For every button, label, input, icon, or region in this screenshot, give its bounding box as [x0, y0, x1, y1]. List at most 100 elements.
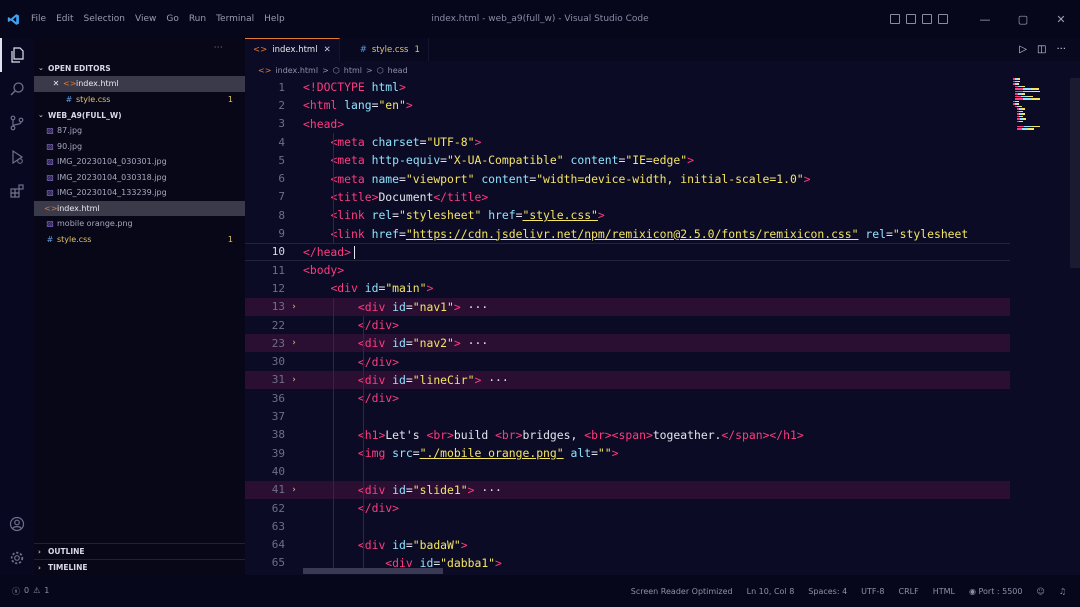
horizontal-scrollbar[interactable]	[303, 568, 443, 574]
run-icon[interactable]: ▷	[1019, 44, 1027, 55]
minimap-line	[1017, 78, 1020, 80]
maximize-button[interactable]: ▢	[1004, 13, 1042, 26]
code-line[interactable]: 12 <div id="main">	[245, 279, 1010, 297]
minimap-line	[1026, 95, 1033, 97]
open-editors-section[interactable]: ⌄ OPEN EDITORS	[34, 60, 245, 76]
line-number: 13	[271, 300, 285, 314]
file-item[interactable]: # style.css 1	[34, 232, 245, 248]
file-item-selected[interactable]: <> index.html	[34, 200, 245, 216]
timeline-section[interactable]: › TIMELINE	[34, 559, 245, 575]
search-icon[interactable]	[0, 72, 34, 106]
source-control-icon[interactable]	[0, 106, 34, 140]
more-actions-icon[interactable]: ···	[1056, 44, 1066, 55]
extensions-icon[interactable]	[0, 174, 34, 208]
file-item[interactable]: ▨ IMG_20230104_030318.jpg	[34, 170, 245, 186]
indentation-status[interactable]: Spaces: 4	[808, 587, 847, 596]
code-line[interactable]: 2 <html lang="en">	[245, 96, 1010, 114]
fold-chevron-icon[interactable]: ›	[285, 375, 303, 385]
screen-reader-status[interactable]: Screen Reader Optimized	[631, 587, 733, 596]
workspace-section[interactable]: ⌄ WEB_A9(FULL_W)	[34, 107, 245, 123]
account-icon[interactable]	[0, 507, 34, 541]
breadcrumb-html[interactable]: html	[344, 66, 362, 75]
split-editor-icon[interactable]: ◫	[1037, 44, 1046, 55]
code-line[interactable]: 39 <img src="./mobile orange.png" alt=""…	[245, 444, 1010, 462]
code-line[interactable]: 23 › <div id="nav2"> ···	[245, 334, 1010, 353]
minimize-button[interactable]: —	[966, 13, 1004, 26]
line-ending-status[interactable]: CRLF	[898, 587, 918, 596]
menu-edit[interactable]: Edit	[51, 14, 78, 24]
fold-chevron-icon[interactable]: ›	[285, 338, 303, 348]
language-mode[interactable]: HTML	[933, 587, 955, 596]
code-line[interactable]: 36 </div>	[245, 389, 1010, 407]
explorer-icon[interactable]	[0, 38, 34, 72]
live-server-port[interactable]: ◉ Port : 5500	[969, 587, 1023, 596]
customize-layout-icon[interactable]	[938, 14, 948, 24]
toggle-sidebar-icon[interactable]	[890, 14, 900, 24]
code-line[interactable]: 62 </div>	[245, 499, 1010, 517]
menu-view[interactable]: View	[130, 14, 161, 24]
cursor-position[interactable]: Ln 10, Col 8	[747, 587, 795, 596]
code-line[interactable]: 7 <title>Document</title>	[245, 188, 1010, 206]
status-items: Screen Reader Optimized Ln 10, Col 8 Spa…	[631, 587, 1066, 596]
feedback-icon[interactable]: ☺	[1036, 587, 1044, 596]
file-item[interactable]: ▨ IMG_20230104_133239.jpg	[34, 185, 245, 201]
tab-index-html[interactable]: <> index.html ✕	[245, 38, 340, 61]
breadcrumb-head[interactable]: head	[388, 66, 408, 75]
code-line[interactable]: 13 › <div id="nav1"> ···	[245, 297, 1010, 316]
file-label: IMG_20230104_030318.jpg	[57, 172, 167, 182]
code-line[interactable]: 38 <h1>Let's <br>build <br>bridges, <br>…	[245, 426, 1010, 444]
notifications-bell-icon[interactable]: ♫	[1059, 587, 1066, 596]
code-line[interactable]: 30 </div>	[245, 353, 1010, 371]
close-tab-icon[interactable]: ✕	[324, 45, 331, 55]
code-line[interactable]: 37	[245, 407, 1010, 425]
minimap-line	[1032, 125, 1040, 127]
close-button[interactable]: ✕	[1042, 13, 1080, 26]
more-actions-icon[interactable]: ···	[214, 43, 223, 52]
settings-gear-icon[interactable]	[0, 541, 34, 575]
menu-selection[interactable]: Selection	[79, 14, 130, 24]
toggle-secondary-sidebar-icon[interactable]	[922, 14, 932, 24]
problems-indicator[interactable]: ⓧ 0 ⚠ 1	[12, 586, 49, 597]
code-line[interactable]: 5 <meta http-equiv="X-UA-Compatible" con…	[245, 151, 1010, 169]
code-editor[interactable]: 1 <!DOCTYPE html> 2 <html lang="en"> 3 <head>…	[245, 78, 1010, 575]
code-line[interactable]: 10 </head>	[245, 242, 1010, 261]
file-item[interactable]: ▨ 90.jpg	[34, 139, 245, 155]
vertical-scrollbar[interactable]	[1070, 78, 1080, 268]
menu-help[interactable]: Help	[259, 14, 290, 24]
minimap-line	[1028, 128, 1034, 130]
code-line[interactable]: 40	[245, 462, 1010, 480]
file-item[interactable]: ▨ IMG_20230104_030301.jpg	[34, 154, 245, 170]
file-item[interactable]: ▨ mobile orange.png	[34, 216, 245, 232]
open-editor-item[interactable]: ✕ <> index.html	[34, 76, 245, 92]
code-line[interactable]: 8 <link rel="stylesheet" href="style.css…	[245, 206, 1010, 224]
menu-run[interactable]: Run	[184, 14, 211, 24]
problem-count-badge: 1	[227, 234, 233, 244]
menu-file[interactable]: File	[26, 14, 51, 24]
close-icon[interactable]: ✕	[50, 79, 62, 88]
encoding-status[interactable]: UTF-8	[861, 587, 884, 596]
outline-section[interactable]: › OUTLINE	[34, 543, 245, 559]
minimap[interactable]	[1013, 78, 1068, 138]
menu-terminal[interactable]: Terminal	[211, 14, 259, 24]
code-line[interactable]: 41 › <div id="slide1"> ···	[245, 480, 1010, 499]
code-line[interactable]: 63	[245, 517, 1010, 535]
code-line[interactable]: 1 <!DOCTYPE html>	[245, 78, 1010, 96]
code-line[interactable]: 11 <body>	[245, 261, 1010, 279]
fold-chevron-icon[interactable]: ›	[285, 302, 303, 312]
menu-go[interactable]: Go	[161, 14, 183, 24]
code-line[interactable]: 4 <meta charset="UTF-8">	[245, 133, 1010, 151]
file-item[interactable]: ▨ 87.jpg	[34, 123, 245, 139]
image-icon: ▨	[46, 172, 54, 182]
tab-style-css[interactable]: # style.css 1	[340, 38, 429, 61]
code-line[interactable]: 64 <div id="badaW">	[245, 536, 1010, 554]
open-editor-item[interactable]: # style.css 1	[34, 92, 245, 108]
code-line[interactable]: 22 </div>	[245, 316, 1010, 334]
code-line[interactable]: 9 <link href="https://cdn.jsdelivr.net/n…	[245, 224, 1010, 242]
code-line[interactable]: 3 <head>	[245, 115, 1010, 133]
breadcrumb-file[interactable]: index.html	[275, 66, 318, 75]
code-line[interactable]: 31 › <div id="lineCir"> ···	[245, 370, 1010, 390]
run-debug-icon[interactable]	[0, 140, 34, 174]
code-line[interactable]: 6 <meta name="viewport" content="width=d…	[245, 170, 1010, 188]
fold-chevron-icon[interactable]: ›	[285, 485, 303, 495]
toggle-panel-icon[interactable]	[906, 14, 916, 24]
